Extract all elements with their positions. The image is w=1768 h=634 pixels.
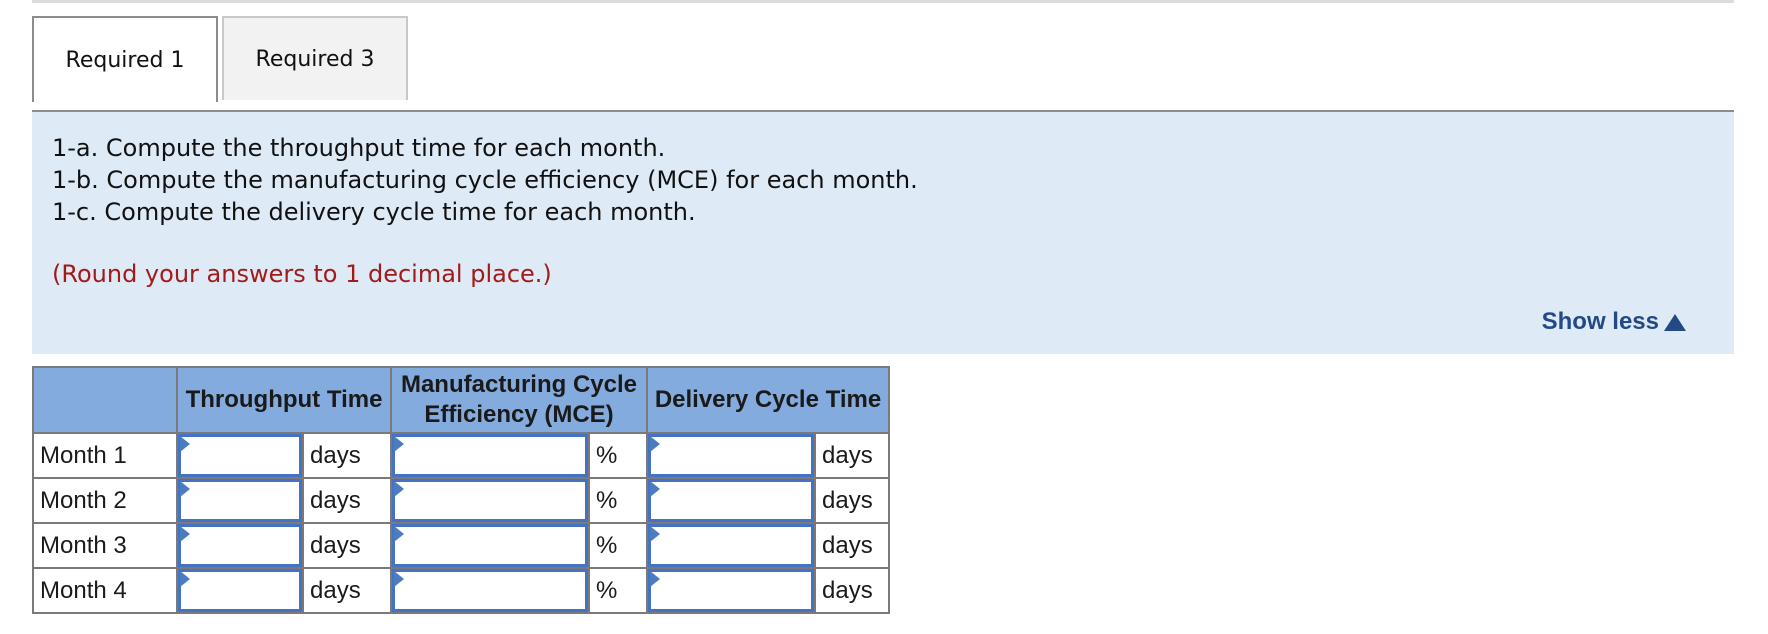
mce-input-cell xyxy=(390,432,590,479)
month-label: Month 2 xyxy=(32,477,178,524)
throughput-unit: days xyxy=(302,477,392,524)
delivery-unit: days xyxy=(814,522,890,569)
mce-input[interactable] xyxy=(392,479,588,522)
rounding-note: (Round your answers to 1 decimal place.) xyxy=(52,260,552,288)
tab-required-3[interactable]: Required 3 xyxy=(222,16,408,100)
throughput-input-cell xyxy=(176,522,304,569)
mce-input[interactable] xyxy=(392,434,588,477)
table-row: Month 2 days % days xyxy=(32,477,890,524)
tab-required-1[interactable]: Required 1 xyxy=(32,16,218,102)
throughput-input-cell xyxy=(176,567,304,614)
table-row: Month 3 days % days xyxy=(32,522,890,569)
show-less-button[interactable]: Show less xyxy=(1542,308,1686,336)
delivery-input-cell xyxy=(646,477,816,524)
table-row: Month 1 days % days xyxy=(32,432,890,479)
header-mce-line2: Efficiency (MCE) xyxy=(424,401,614,428)
throughput-unit: days xyxy=(302,432,392,479)
instruction-1a: 1-a. Compute the throughput time for eac… xyxy=(52,134,666,162)
throughput-unit: days xyxy=(302,522,392,569)
throughput-input[interactable] xyxy=(178,434,302,477)
instruction-1b: 1-b. Compute the manufacturing cycle eff… xyxy=(52,166,918,194)
month-label: Month 1 xyxy=(32,432,178,479)
delivery-input[interactable] xyxy=(648,569,814,612)
throughput-input-cell xyxy=(176,477,304,524)
header-row: Throughput Time Manufacturing Cycle Effi… xyxy=(32,366,890,434)
throughput-input-cell xyxy=(176,432,304,479)
header-delivery-cycle-time: Delivery Cycle Time xyxy=(646,366,890,434)
show-less-label: Show less xyxy=(1541,308,1659,335)
mce-input-cell xyxy=(390,477,590,524)
mce-input[interactable] xyxy=(392,524,588,567)
delivery-unit: days xyxy=(814,432,890,479)
header-mce-line1: Manufacturing Cycle xyxy=(400,371,638,398)
mce-input[interactable] xyxy=(392,569,588,612)
delivery-input[interactable] xyxy=(648,434,814,477)
mce-unit: % xyxy=(588,567,648,614)
triangle-up-icon xyxy=(1664,313,1686,331)
delivery-unit: days xyxy=(814,567,890,614)
month-label: Month 3 xyxy=(32,522,178,569)
top-divider xyxy=(32,0,1734,3)
delivery-input-cell xyxy=(646,522,816,569)
instruction-1c: 1-c. Compute the delivery cycle time for… xyxy=(52,198,696,226)
throughput-input[interactable] xyxy=(178,524,302,567)
instructions-panel: 1-a. Compute the throughput time for eac… xyxy=(32,112,1734,354)
delivery-input[interactable] xyxy=(648,524,814,567)
month-label: Month 4 xyxy=(32,567,178,614)
delivery-unit: days xyxy=(814,477,890,524)
tab-divider xyxy=(32,110,1734,112)
answer-table: Throughput Time Manufacturing Cycle Effi… xyxy=(32,366,890,614)
throughput-input[interactable] xyxy=(178,479,302,522)
throughput-input[interactable] xyxy=(178,569,302,612)
throughput-unit: days xyxy=(302,567,392,614)
mce-unit: % xyxy=(588,432,648,479)
mce-input-cell xyxy=(390,522,590,569)
header-throughput-time: Throughput Time xyxy=(176,366,392,434)
mce-unit: % xyxy=(588,477,648,524)
mce-input-cell xyxy=(390,567,590,614)
delivery-input-cell xyxy=(646,567,816,614)
mce-unit: % xyxy=(588,522,648,569)
delivery-input-cell xyxy=(646,432,816,479)
delivery-input[interactable] xyxy=(648,479,814,522)
table-row: Month 4 days % days xyxy=(32,567,890,614)
header-blank xyxy=(32,366,178,434)
tab-bar: Required 1 Required 3 xyxy=(32,16,408,102)
header-mce: Manufacturing Cycle Efficiency (MCE) xyxy=(390,366,648,434)
